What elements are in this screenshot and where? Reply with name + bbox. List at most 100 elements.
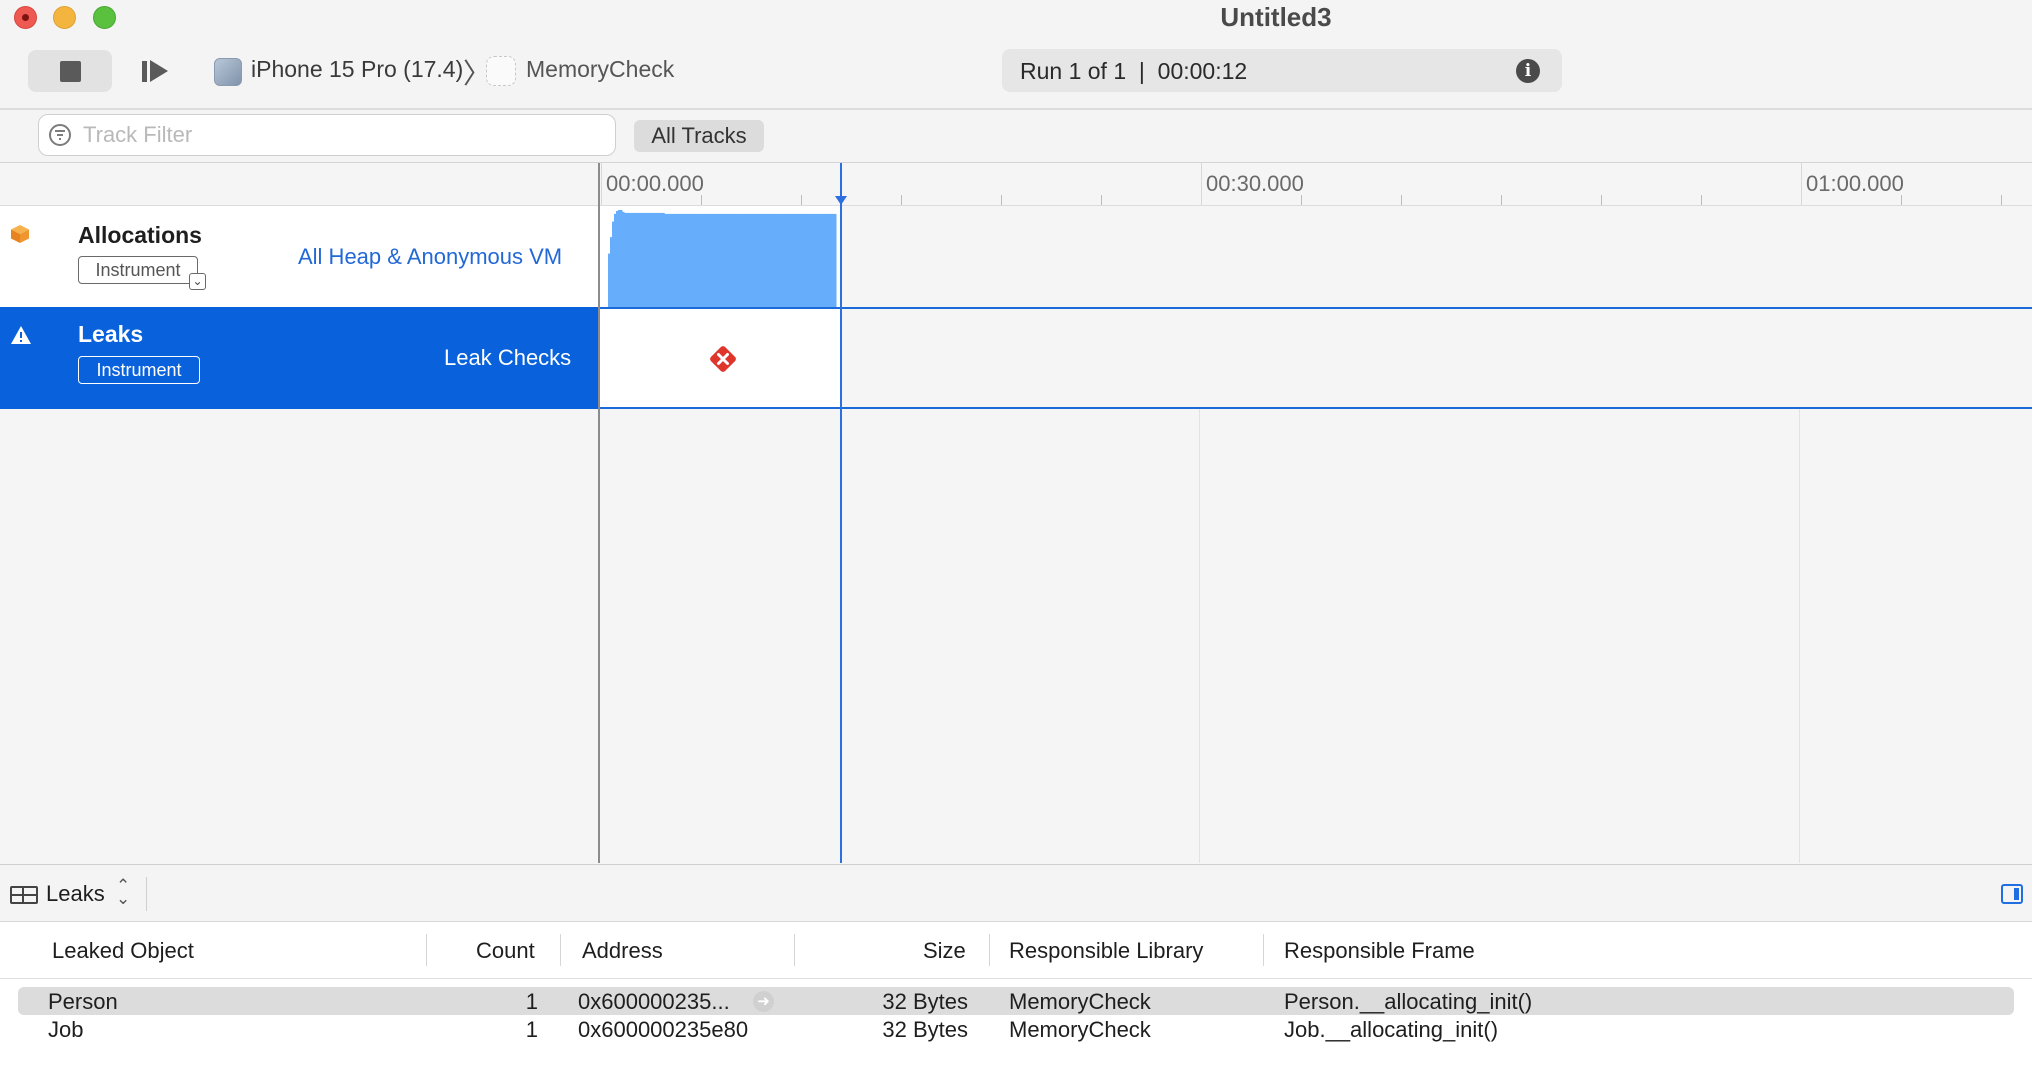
- allocations-bar: [795, 213, 807, 307]
- ruler-tick: [1801, 163, 1802, 205]
- detail-navigation-bar: Leaks ⌃ ⌄: [0, 864, 2032, 922]
- column-divider[interactable]: [560, 934, 561, 966]
- track-header-column-top: [0, 163, 598, 206]
- device-selector[interactable]: iPhone 15 Pro (17.4): [251, 56, 463, 83]
- go-to-address-icon[interactable]: ➜: [753, 991, 774, 1012]
- allocations-bar: [745, 213, 756, 307]
- allocations-track[interactable]: Allocations Instrument ⌄ All Heap & Anon…: [0, 206, 2032, 307]
- column-header-responsible-library[interactable]: Responsible Library: [1009, 938, 1203, 964]
- cube-icon: [11, 225, 29, 243]
- instrument-badge[interactable]: Instrument: [78, 356, 200, 384]
- pause-resume-button[interactable]: [136, 50, 176, 92]
- allocations-bar: [704, 213, 716, 307]
- table-row[interactable]: Job 1 0x600000235e80 32 Bytes MemoryChec…: [0, 1015, 2032, 1043]
- track-detail-selector[interactable]: Leak Checks: [444, 345, 571, 371]
- ruler-tick: [1501, 195, 1502, 205]
- time-ruler[interactable]: 00:00.000 00:30.000 01:00.000: [599, 163, 2032, 206]
- allocations-bar: [654, 212, 665, 307]
- chevron-up-down-icon[interactable]: ⌃ ⌄: [116, 877, 130, 907]
- stop-recording-button[interactable]: [28, 50, 112, 92]
- column-header-address[interactable]: Address: [582, 938, 663, 964]
- cell-size: 32 Bytes: [882, 1017, 968, 1042]
- ruler-tick: [1901, 195, 1902, 205]
- inspector-toggle-icon[interactable]: [2001, 884, 2023, 904]
- device-icon[interactable]: [214, 58, 242, 86]
- cell-address: 0x600000235e80: [578, 1017, 749, 1042]
- allocations-bar: [684, 213, 696, 307]
- allocations-track-header[interactable]: Allocations Instrument ⌄ All Heap & Anon…: [0, 206, 598, 307]
- ruler-label-60s: 01:00.000: [1806, 171, 1904, 196]
- info-icon[interactable]: i: [1516, 59, 1540, 83]
- filter-icon: [49, 124, 71, 146]
- column-divider[interactable]: [989, 934, 990, 966]
- cell-leaked-object: Job: [48, 1017, 84, 1042]
- play-icon: [150, 60, 168, 82]
- ruler-label-0: 00:00.000: [606, 171, 704, 196]
- run-status-display[interactable]: Run 1 of 1 | 00:00:12 i: [1002, 49, 1562, 92]
- track-filter-bar: All Tracks: [0, 110, 2032, 163]
- allocations-bar: [805, 213, 817, 307]
- leaks-track[interactable]: Leaks Instrument Leak Checks: [0, 307, 2032, 409]
- allocations-bar: [765, 213, 776, 307]
- inspection-head[interactable]: [840, 163, 842, 863]
- ruler-tick: [1401, 195, 1402, 205]
- allocations-bar: [815, 213, 827, 307]
- ruler-tick: [1601, 195, 1602, 205]
- ruler-tick: [601, 163, 602, 205]
- track-filter-input[interactable]: [83, 121, 603, 149]
- leaks-table: Leaked Object Count Address Size Respons…: [0, 922, 2032, 1072]
- allocations-bar: [664, 213, 675, 307]
- allocations-bar: [714, 213, 726, 307]
- allocations-bar: [694, 213, 706, 307]
- divider: [146, 877, 147, 911]
- table-icon: [10, 886, 38, 904]
- timeline-start-line: [598, 163, 600, 863]
- allocations-bar: [725, 213, 736, 307]
- playhead-marker-icon[interactable]: [835, 196, 847, 205]
- cell-responsible-library: MemoryCheck: [1009, 1017, 1151, 1042]
- table-row[interactable]: Person 1 0x600000235... ➜ 32 Bytes Memor…: [0, 987, 2032, 1015]
- allocations-bar: [785, 213, 797, 307]
- window-toolbar: Untitled3 iPhone 15 Pro (17.4) 〉 MemoryC…: [0, 0, 2032, 110]
- allocations-chart: [608, 210, 837, 307]
- column-divider[interactable]: [426, 934, 427, 966]
- column-header-leaked-object[interactable]: Leaked Object: [52, 938, 194, 964]
- leak-detected-icon[interactable]: [708, 344, 738, 374]
- all-tracks-button[interactable]: All Tracks: [634, 120, 764, 152]
- ruler-tick: [2001, 195, 2002, 205]
- allocations-bar: [634, 212, 645, 307]
- leaks-track-header[interactable]: Leaks Instrument Leak Checks: [0, 307, 598, 409]
- track-title: Allocations: [78, 222, 202, 248]
- run-status-text: Run 1 of 1 | 00:00:12: [1020, 58, 1248, 84]
- stop-icon: [60, 61, 81, 82]
- play-pause-icon-bar: [142, 61, 147, 82]
- cell-responsible-frame: Person.__allocating_init(): [1284, 989, 1533, 1014]
- allocations-bar: [826, 213, 837, 307]
- column-divider[interactable]: [794, 934, 795, 966]
- ruler-tick: [1001, 195, 1002, 205]
- allocations-bar: [735, 213, 746, 307]
- app-icon[interactable]: [486, 56, 516, 86]
- cell-leaked-object: Person: [48, 989, 118, 1014]
- track-title: Leaks: [78, 321, 144, 347]
- track-detail-selector[interactable]: All Heap & Anonymous VM: [298, 244, 562, 270]
- column-divider[interactable]: [1263, 934, 1264, 966]
- allocations-bar: [775, 213, 786, 307]
- ruler-tick: [801, 195, 802, 205]
- ruler-tick: [1301, 195, 1302, 205]
- column-header-size[interactable]: Size: [923, 938, 966, 964]
- cell-size: 32 Bytes: [882, 989, 968, 1014]
- cell-responsible-library: MemoryCheck: [1009, 989, 1151, 1014]
- window-title: Untitled3: [1220, 2, 1332, 32]
- track-filter-field[interactable]: [38, 114, 616, 156]
- column-header-responsible-frame[interactable]: Responsible Frame: [1284, 938, 1475, 964]
- allocations-bar: [644, 212, 655, 307]
- column-header-count[interactable]: Count: [476, 938, 535, 964]
- detail-view-selector[interactable]: Leaks: [46, 881, 105, 907]
- cell-count: 1: [525, 989, 538, 1014]
- ruler-tick: [1101, 195, 1102, 205]
- target-app-selector[interactable]: MemoryCheck: [526, 56, 674, 83]
- chevron-down-icon[interactable]: ⌄: [189, 273, 206, 290]
- ruler-tick: [701, 195, 702, 205]
- instrument-badge[interactable]: Instrument: [78, 256, 198, 284]
